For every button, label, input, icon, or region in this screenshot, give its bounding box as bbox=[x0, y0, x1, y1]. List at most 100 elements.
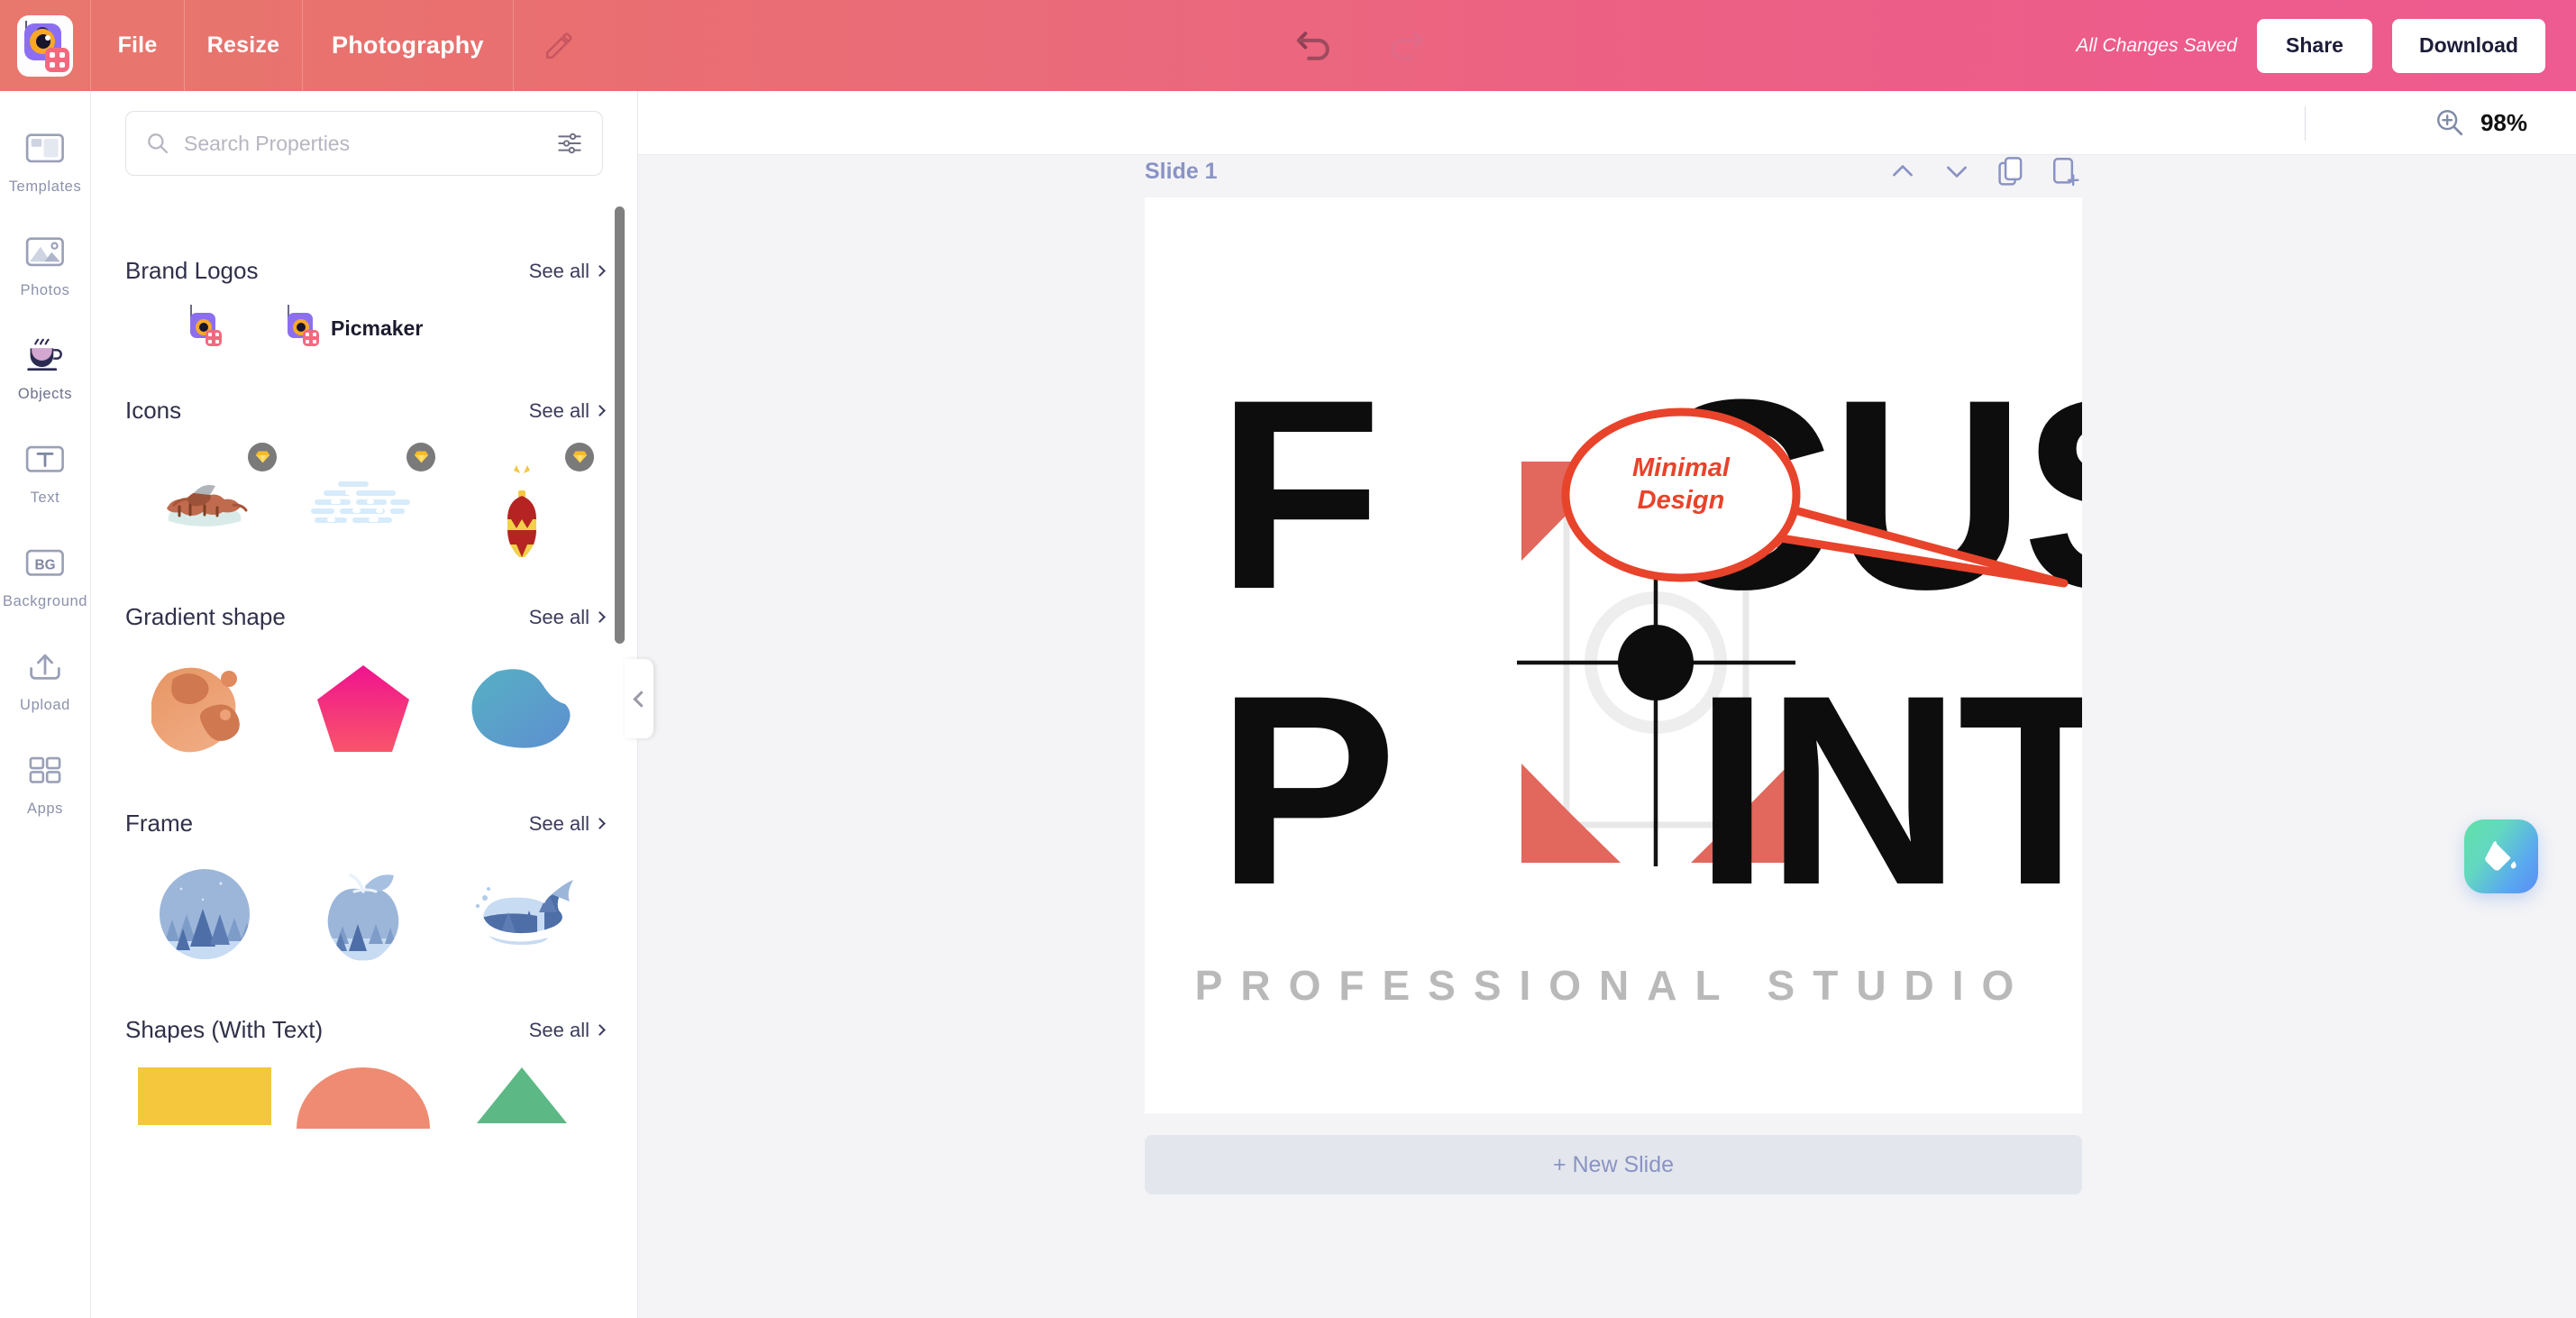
add-slide-button[interactable] bbox=[2048, 154, 2082, 188]
see-all-shapes-with-text[interactable]: See all bbox=[529, 1019, 606, 1042]
chevron-right-icon bbox=[594, 611, 606, 623]
app-logo[interactable] bbox=[0, 0, 91, 91]
frame-item-whale-forest[interactable] bbox=[443, 861, 601, 967]
redo-arrow-icon bbox=[1391, 31, 1424, 60]
search-box[interactable] bbox=[125, 111, 603, 176]
brand-logo-name: Picmaker bbox=[331, 316, 424, 340]
circle-forest-frame bbox=[160, 869, 250, 959]
shape-item-green-triangle[interactable] bbox=[443, 1067, 601, 1174]
download-button[interactable]: Download bbox=[2392, 18, 2545, 73]
apple-forest-frame bbox=[327, 874, 399, 961]
callout-line2: Design bbox=[1637, 486, 1725, 516]
sidebar-item-photos[interactable]: Photos bbox=[0, 229, 91, 299]
save-status: All Changes Saved bbox=[2076, 34, 2237, 56]
gem-icon bbox=[572, 451, 587, 463]
text-icon bbox=[25, 445, 64, 472]
chevron-right-icon bbox=[594, 265, 606, 277]
duplicate-slide-button[interactable] bbox=[1994, 154, 2028, 188]
undo-arrow-icon bbox=[1296, 31, 1329, 60]
premium-badge bbox=[406, 443, 435, 471]
section-title-gradient-shape: Gradient shape bbox=[125, 603, 286, 630]
icon-item-christmas-ornament[interactable] bbox=[443, 443, 601, 557]
rename-project-button[interactable] bbox=[534, 21, 584, 71]
sidebar-label-templates: Templates bbox=[8, 178, 82, 195]
christmas-ornament-icon bbox=[507, 465, 536, 557]
menu-file[interactable]: File bbox=[91, 0, 185, 91]
move-slide-down-button[interactable] bbox=[1940, 154, 1974, 188]
sidebar-label-apps: Apps bbox=[26, 801, 63, 817]
whale-forest-frame bbox=[475, 880, 573, 945]
chevron-right-icon bbox=[594, 1024, 606, 1036]
section-gradient-shape: Gradient shape See all bbox=[91, 603, 637, 761]
icon-item-grilled-sausages[interactable] bbox=[125, 443, 284, 554]
paint-bucket-icon bbox=[2485, 840, 2517, 871]
download-label: Download bbox=[2419, 33, 2518, 57]
logo-line2-left: P bbox=[1217, 638, 1393, 941]
see-all-brand-logos[interactable]: See all bbox=[529, 260, 606, 283]
see-all-gradient-shape[interactable]: See all bbox=[529, 606, 606, 629]
shape-item-teal-blob[interactable] bbox=[443, 654, 601, 761]
see-all-frame[interactable]: See all bbox=[529, 812, 606, 836]
shape-item-salmon-semicircle[interactable] bbox=[284, 1067, 443, 1174]
logo-tagline: PROFESSIONAL STUDIO bbox=[1195, 962, 2032, 1009]
new-slide-button[interactable]: + New Slide bbox=[1145, 1135, 2082, 1194]
brand-logo-wordmark[interactable]: Picmaker bbox=[284, 305, 424, 348]
logo-line2-right: INT bbox=[1694, 638, 2082, 941]
sidebar-label-text: Text bbox=[30, 490, 60, 506]
share-button[interactable]: Share bbox=[2257, 18, 2372, 73]
canvas-area: 98% Slide 1 F U P INT PROFESSIONAL STUDI… bbox=[638, 91, 2576, 1318]
menu-resize[interactable]: Resize bbox=[185, 0, 303, 91]
panel-scrollbar[interactable] bbox=[615, 206, 625, 644]
sidebar-item-apps[interactable]: Apps bbox=[0, 747, 91, 818]
project-title[interactable]: Photography bbox=[303, 0, 514, 91]
sliders-filter-icon[interactable] bbox=[557, 132, 582, 155]
sidebar-item-objects[interactable]: Objects bbox=[0, 333, 91, 403]
teal-blob-shape bbox=[471, 669, 571, 748]
zoom-in-magnifier-icon[interactable] bbox=[2434, 107, 2465, 138]
shape-item-pink-pentagon[interactable] bbox=[284, 654, 443, 761]
project-title-label: Photography bbox=[332, 32, 484, 59]
callout-text: Minimal Design bbox=[1595, 452, 1767, 517]
history-controls bbox=[1289, 0, 1431, 91]
orange-blob-shape bbox=[151, 667, 240, 753]
background-bg-icon: BG bbox=[25, 549, 64, 576]
left-rail: Templates Photos Objects Text BG Backgro… bbox=[0, 91, 91, 1318]
slide-header: Slide 1 bbox=[1145, 145, 2082, 197]
minimal-design-callout[interactable]: Minimal Design bbox=[1559, 407, 2370, 614]
panel-collapse-handle[interactable] bbox=[625, 659, 653, 738]
focus-point-logo-artwork[interactable]: F CUS P INT PROFESSIONAL STUDIO bbox=[1145, 197, 2082, 1113]
share-label: Share bbox=[2286, 33, 2343, 57]
sidebar-label-background: Background bbox=[2, 593, 88, 609]
header-actions: All Changes Saved Share Download bbox=[2076, 18, 2576, 73]
frame-item-circle-forest[interactable] bbox=[125, 861, 284, 967]
chevron-down-icon bbox=[1947, 166, 1967, 178]
gem-icon bbox=[414, 451, 428, 463]
sidebar-item-text[interactable]: Text bbox=[0, 436, 91, 507]
sidebar-item-templates[interactable]: Templates bbox=[0, 125, 91, 196]
section-title-icons: Icons bbox=[125, 397, 182, 424]
fill-color-button[interactable] bbox=[2464, 819, 2538, 893]
salmon-semicircle-shape bbox=[297, 1067, 430, 1129]
templates-icon bbox=[25, 133, 64, 163]
see-all-icons[interactable]: See all bbox=[529, 399, 606, 423]
zoom-level[interactable]: 98% bbox=[2480, 109, 2527, 137]
brand-logo-mark[interactable] bbox=[125, 305, 284, 348]
premium-badge bbox=[565, 443, 594, 471]
shape-item-yellow-rectangle[interactable] bbox=[125, 1067, 284, 1174]
icon-item-snow-clouds[interactable] bbox=[284, 443, 443, 554]
chevron-up-icon bbox=[1893, 165, 1913, 177]
frame-row bbox=[125, 861, 604, 967]
gem-icon bbox=[255, 451, 269, 463]
move-slide-up-button[interactable] bbox=[1886, 154, 1920, 188]
frame-item-apple-forest[interactable] bbox=[284, 861, 443, 967]
slide-canvas[interactable]: F CUS P INT PROFESSIONAL STUDIO bbox=[1145, 197, 2082, 1113]
search-input[interactable] bbox=[184, 131, 543, 156]
icons-row bbox=[125, 443, 604, 557]
pink-pentagon-shape bbox=[317, 665, 409, 752]
sidebar-item-background[interactable]: BG Background bbox=[0, 540, 91, 610]
undo-button[interactable] bbox=[1289, 20, 1341, 72]
sidebar-item-upload[interactable]: Upload bbox=[0, 644, 91, 714]
shape-item-orange-blob[interactable] bbox=[125, 654, 284, 761]
redo-button[interactable] bbox=[1379, 20, 1431, 72]
logo-line1-left: F bbox=[1217, 343, 1378, 645]
